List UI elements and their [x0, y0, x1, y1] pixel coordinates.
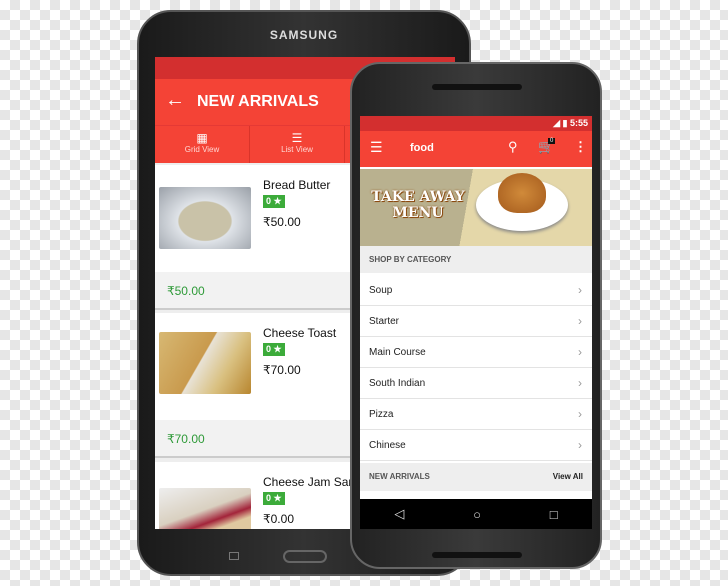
section-header: SHOP BY CATEGORY [360, 246, 592, 273]
tab-grid-view[interactable]: ▦ Grid View [155, 126, 250, 163]
chevron-right-icon: › [578, 314, 582, 328]
food-image [498, 173, 546, 213]
signal-icon: ◢ ▮ [553, 118, 570, 128]
view-all-link[interactable]: View All [553, 472, 583, 481]
product-image [159, 488, 251, 529]
category-label: Starter [369, 316, 400, 327]
back-icon[interactable]: ◁ [394, 506, 404, 522]
rating-badge: 0 ★ [263, 343, 285, 356]
phone-device: ◢ ▮ 5:55 ☰ food ⚲ 🛒 0 ⋮ TAKE AWAY MENU SH… [350, 62, 602, 569]
chevron-right-icon: › [578, 283, 582, 297]
recents-icon[interactable]: □ [550, 507, 558, 522]
status-time: 5:55 [569, 118, 588, 128]
product-price: ₹0.00 [263, 512, 294, 526]
new-arrivals-header: NEW ARRIVALS View All [360, 463, 592, 491]
product-price: ₹70.00 [263, 363, 301, 377]
chevron-right-icon: › [578, 345, 582, 359]
chevron-right-icon: › [578, 376, 582, 390]
tab-label: Grid View [184, 145, 220, 154]
category-item[interactable]: South Indian › [360, 368, 592, 399]
category-item[interactable]: Main Course › [360, 337, 592, 368]
status-bar: ◢ ▮ 5:55 [360, 116, 592, 131]
tab-label: List View [281, 145, 313, 154]
banner-line: MENU [392, 205, 444, 221]
brand-logo: SAMSUNG [269, 28, 339, 42]
rating-badge: 0 ★ [263, 195, 285, 208]
product-price: ₹50.00 [263, 215, 301, 229]
home-button[interactable] [283, 550, 327, 563]
section-title: NEW ARRIVALS [369, 472, 430, 481]
banner-line: TAKE AWAY [371, 189, 465, 205]
product-image [159, 332, 251, 394]
toolbar: ☰ food ⚲ 🛒 0 ⋮ [360, 131, 592, 167]
chevron-right-icon: › [578, 407, 582, 421]
recent-apps-key[interactable] [229, 552, 239, 560]
tab-list-view[interactable]: ☰ List View [250, 126, 345, 163]
product-name: Bread Butter [263, 178, 331, 192]
category-item[interactable]: Pizza › [360, 399, 592, 430]
chevron-right-icon: › [578, 438, 582, 452]
search-icon[interactable]: ⚲ [508, 139, 518, 155]
phone-screen: ◢ ▮ 5:55 ☰ food ⚲ 🛒 0 ⋮ TAKE AWAY MENU SH… [360, 116, 592, 529]
category-item[interactable]: Soup › [360, 275, 592, 306]
grid-icon: ▦ [196, 131, 208, 145]
banner-text: TAKE AWAY MENU [368, 189, 468, 221]
category-label: South Indian [369, 378, 426, 389]
category-label: Chinese [369, 440, 406, 451]
category-label: Pizza [369, 409, 394, 420]
rating-badge: 0 ★ [263, 492, 285, 505]
arrow-left-icon[interactable]: ← [165, 89, 185, 112]
page-title: NEW ARRIVALS [197, 93, 319, 110]
speaker [432, 552, 522, 558]
list-icon: ☰ [291, 131, 303, 145]
category-label: Soup [369, 285, 393, 296]
speaker [432, 84, 522, 90]
menu-icon[interactable]: ☰ [370, 139, 383, 156]
more-options-icon[interactable]: ⋮ [574, 139, 587, 155]
navigation-bar: ◁ ○ □ [360, 499, 592, 529]
category-item[interactable]: Starter › [360, 306, 592, 337]
product-image [159, 187, 251, 249]
promo-banner[interactable]: TAKE AWAY MENU [360, 169, 592, 246]
home-icon[interactable]: ○ [473, 507, 481, 522]
cart-count-badge: 0 [548, 138, 556, 144]
product-name: Cheese Toast [263, 326, 337, 340]
category-label: Main Course [369, 347, 426, 358]
app-title: food [410, 142, 434, 154]
category-item[interactable]: Chinese › [360, 430, 592, 461]
